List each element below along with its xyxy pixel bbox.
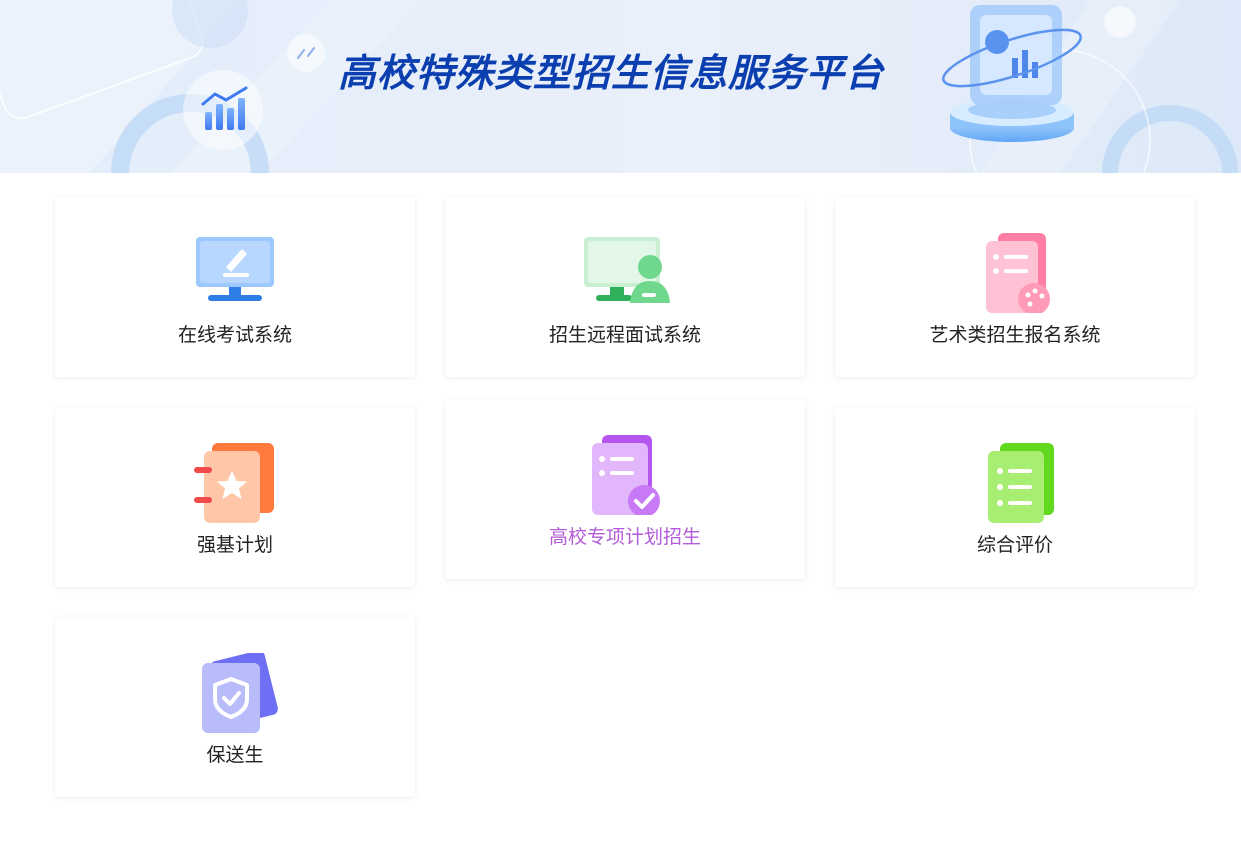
card-online-exam[interactable]: 在线考试系统	[55, 197, 415, 377]
card-remote-interview[interactable]: 招生远程面试系统	[445, 197, 805, 377]
shield-check-icon	[202, 653, 278, 733]
page-title: 高校特殊类型招生信息服务平台	[338, 51, 885, 95]
card-label: 在线考试系统	[177, 324, 292, 346]
header-banner: 高校特殊类型招生信息服务平台	[0, 0, 1241, 173]
notebook-star-icon	[194, 443, 274, 523]
card-label: 艺术类招生报名系统	[929, 324, 1101, 346]
card-art-registration[interactable]: 艺术类招生报名系统	[835, 197, 1195, 377]
list-icon	[988, 443, 1054, 523]
list-palette-icon	[986, 233, 1050, 313]
card-label: 保送生	[206, 744, 264, 766]
card-comprehensive-evaluation[interactable]: 综合评价	[835, 407, 1195, 587]
card-recommended-students[interactable]: 保送生	[55, 617, 415, 797]
card-label: 强基计划	[196, 534, 273, 556]
card-strong-base-plan[interactable]: 强基计划	[55, 407, 415, 587]
list-check-icon	[592, 435, 660, 515]
card-label: 综合评价	[976, 534, 1053, 556]
card-special-plan[interactable]: 高校专项计划招生	[445, 399, 805, 579]
card-label: 招生远程面试系统	[548, 324, 701, 346]
card-label: 高校专项计划招生	[548, 526, 701, 548]
monitor-person-icon	[584, 237, 670, 303]
monitor-pen-icon	[196, 237, 274, 301]
